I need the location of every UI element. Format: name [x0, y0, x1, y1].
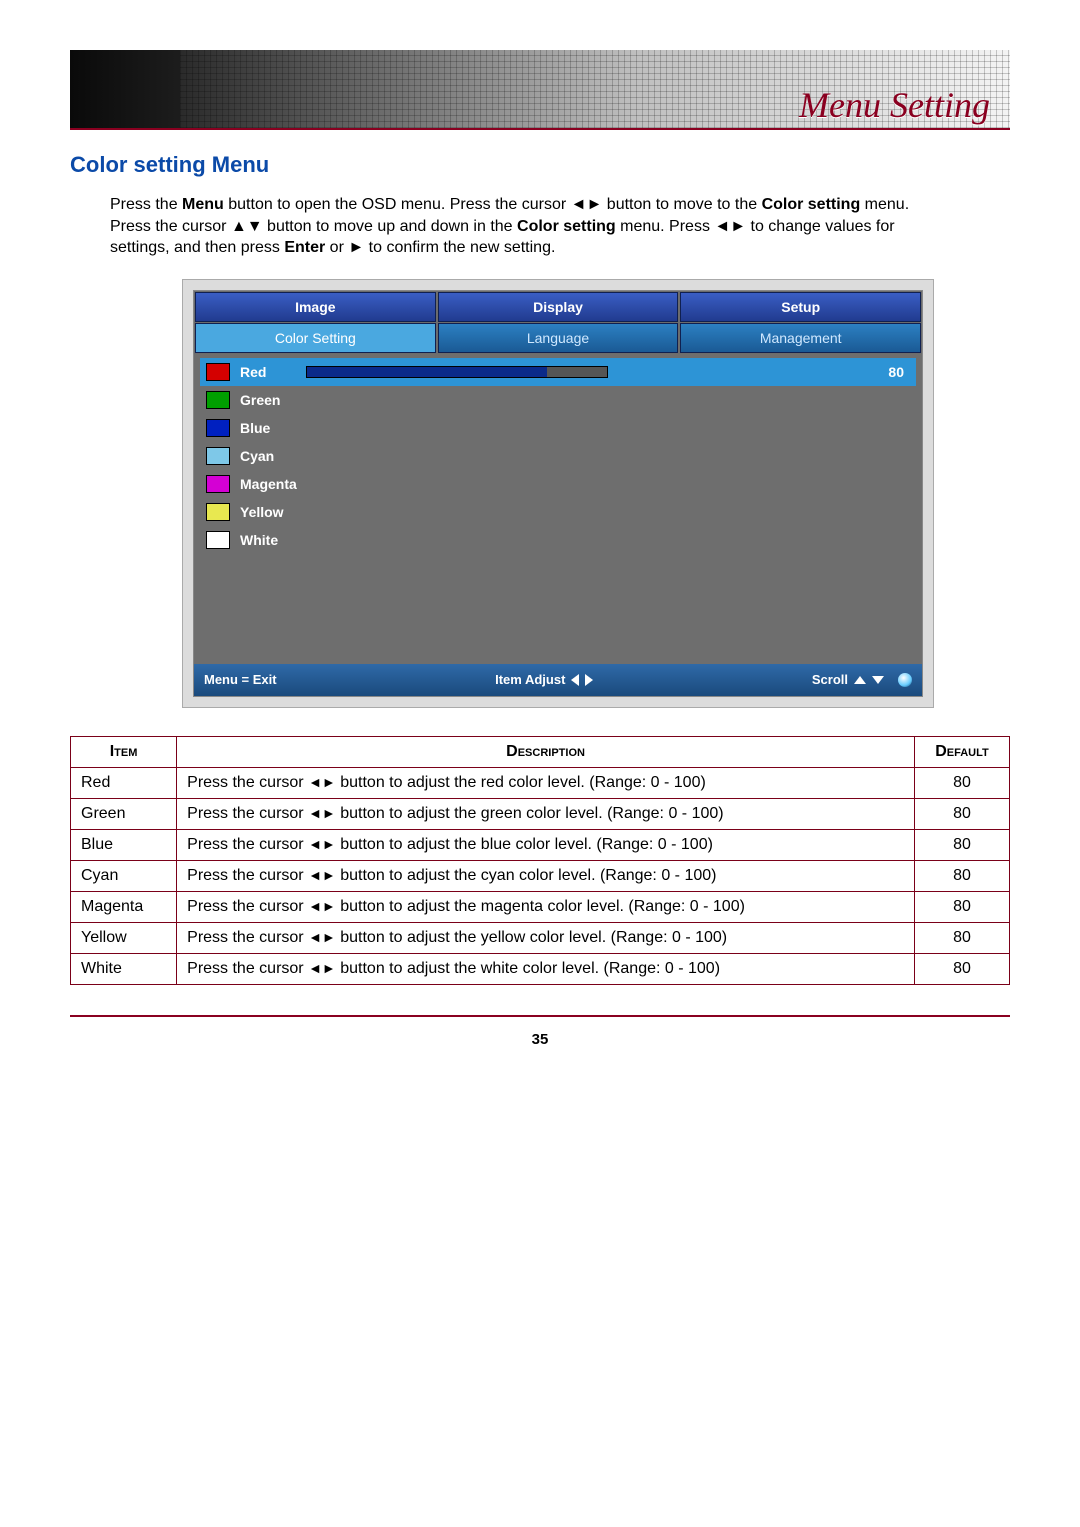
osd-screenshot: ImageColor SettingDisplayLanguageSetupMa…	[182, 279, 934, 708]
cell-default: 80	[914, 829, 1009, 860]
left-triangle-icon	[571, 674, 579, 686]
cell-item: Blue	[71, 829, 177, 860]
cell-desc: Press the cursor ◄► button to adjust the…	[177, 953, 915, 984]
section-title: Color setting Menu	[70, 152, 1010, 178]
osd-item-row: Red 80	[200, 358, 916, 386]
osd-foot-adjust: Item Adjust	[495, 672, 593, 687]
header-banner: Menu Setting	[70, 50, 1010, 130]
table-row: CyanPress the cursor ◄► button to adjust…	[71, 860, 1010, 891]
osd-item-row: Cyan	[200, 442, 916, 470]
table-row: YellowPress the cursor ◄► button to adju…	[71, 922, 1010, 953]
cell-desc: Press the cursor ◄► button to adjust the…	[177, 860, 915, 891]
osd-item-label: Green	[240, 392, 280, 408]
table-row: RedPress the cursor ◄► button to adjust …	[71, 767, 1010, 798]
osd-item-label: White	[240, 532, 278, 548]
cell-default: 80	[914, 767, 1009, 798]
osd-tab-bottom: Management	[680, 323, 921, 353]
page-number: 35	[70, 1031, 1010, 1048]
left-right-icon: ◄►	[308, 867, 336, 883]
cell-default: 80	[914, 860, 1009, 891]
osd-item-label: Yellow	[240, 504, 284, 520]
osd-item-row: Green	[200, 386, 916, 414]
osd-item-label: Cyan	[240, 448, 274, 464]
osd-item-row: Yellow	[200, 498, 916, 526]
osd-item-row: Blue	[200, 414, 916, 442]
osd-foot-scroll: Scroll	[812, 672, 912, 687]
cell-item: Red	[71, 767, 177, 798]
color-swatch	[206, 503, 230, 521]
cell-desc: Press the cursor ◄► button to adjust the…	[177, 829, 915, 860]
up-down-icon: ▲▼	[231, 216, 263, 238]
cell-item: Magenta	[71, 891, 177, 922]
table-row: GreenPress the cursor ◄► button to adjus…	[71, 798, 1010, 829]
color-swatch	[206, 475, 230, 493]
osd-item-label: Magenta	[240, 476, 297, 492]
color-swatch	[206, 419, 230, 437]
cell-desc: Press the cursor ◄► button to adjust the…	[177, 922, 915, 953]
cell-item: White	[71, 953, 177, 984]
left-right-icon: ◄►	[308, 898, 336, 914]
osd-foot-exit: Menu = Exit	[204, 672, 277, 687]
lamp-icon	[898, 673, 912, 687]
th-item: Item	[71, 736, 177, 767]
left-right-icon: ◄►	[308, 805, 336, 821]
cell-desc: Press the cursor ◄► button to adjust the…	[177, 798, 915, 829]
color-swatch	[206, 363, 230, 381]
slider-fill	[307, 367, 547, 377]
table-row: WhitePress the cursor ◄► button to adjus…	[71, 953, 1010, 984]
left-right-icon: ◄►	[308, 836, 336, 852]
cell-desc: Press the cursor ◄► button to adjust the…	[177, 891, 915, 922]
left-right-icon: ◄►	[308, 960, 336, 976]
cell-default: 80	[914, 953, 1009, 984]
up-triangle-icon	[854, 676, 866, 684]
table-row: BluePress the cursor ◄► button to adjust…	[71, 829, 1010, 860]
cell-item: Green	[71, 798, 177, 829]
th-default: Default	[914, 736, 1009, 767]
cell-item: Yellow	[71, 922, 177, 953]
left-right-icon: ◄►	[571, 194, 603, 216]
cell-default: 80	[914, 891, 1009, 922]
osd-body: Red 80 Green Blue Cyan Magenta Yellow White	[194, 354, 922, 664]
right-triangle-icon	[585, 674, 593, 686]
left-right-icon: ◄►	[308, 774, 336, 790]
down-triangle-icon	[872, 676, 884, 684]
slider-value: 80	[888, 364, 904, 380]
osd-footer: Menu = Exit Item Adjust Scroll	[194, 664, 922, 696]
cell-item: Cyan	[71, 860, 177, 891]
banner-title: Menu Setting	[799, 84, 990, 126]
cell-desc: Press the cursor ◄► button to adjust the…	[177, 767, 915, 798]
osd-tab-top: Setup	[680, 292, 921, 322]
osd-tab-bottom: Language	[438, 323, 679, 353]
cell-default: 80	[914, 922, 1009, 953]
color-swatch	[206, 447, 230, 465]
left-right-icon: ◄►	[308, 929, 336, 945]
left-right-icon: ◄►	[714, 216, 746, 238]
right-arrow-icon: ►	[348, 237, 364, 259]
osd-tab-top: Display	[438, 292, 679, 322]
color-swatch	[206, 391, 230, 409]
slider-track	[306, 366, 608, 378]
osd-item-row: Magenta	[200, 470, 916, 498]
th-desc: Description	[177, 736, 915, 767]
color-swatch	[206, 531, 230, 549]
osd-item-label: Red	[240, 364, 266, 380]
osd-tab-bottom: Color Setting	[195, 323, 436, 353]
description-table: Item Description Default RedPress the cu…	[70, 736, 1010, 985]
osd-item-row: White	[200, 526, 916, 554]
intro-paragraph: Press the Menu button to open the OSD me…	[110, 194, 940, 259]
cell-default: 80	[914, 798, 1009, 829]
osd-tab-top: Image	[195, 292, 436, 322]
table-row: MagentaPress the cursor ◄► button to adj…	[71, 891, 1010, 922]
osd-tabs: ImageColor SettingDisplayLanguageSetupMa…	[194, 291, 922, 354]
osd-item-label: Blue	[240, 420, 270, 436]
